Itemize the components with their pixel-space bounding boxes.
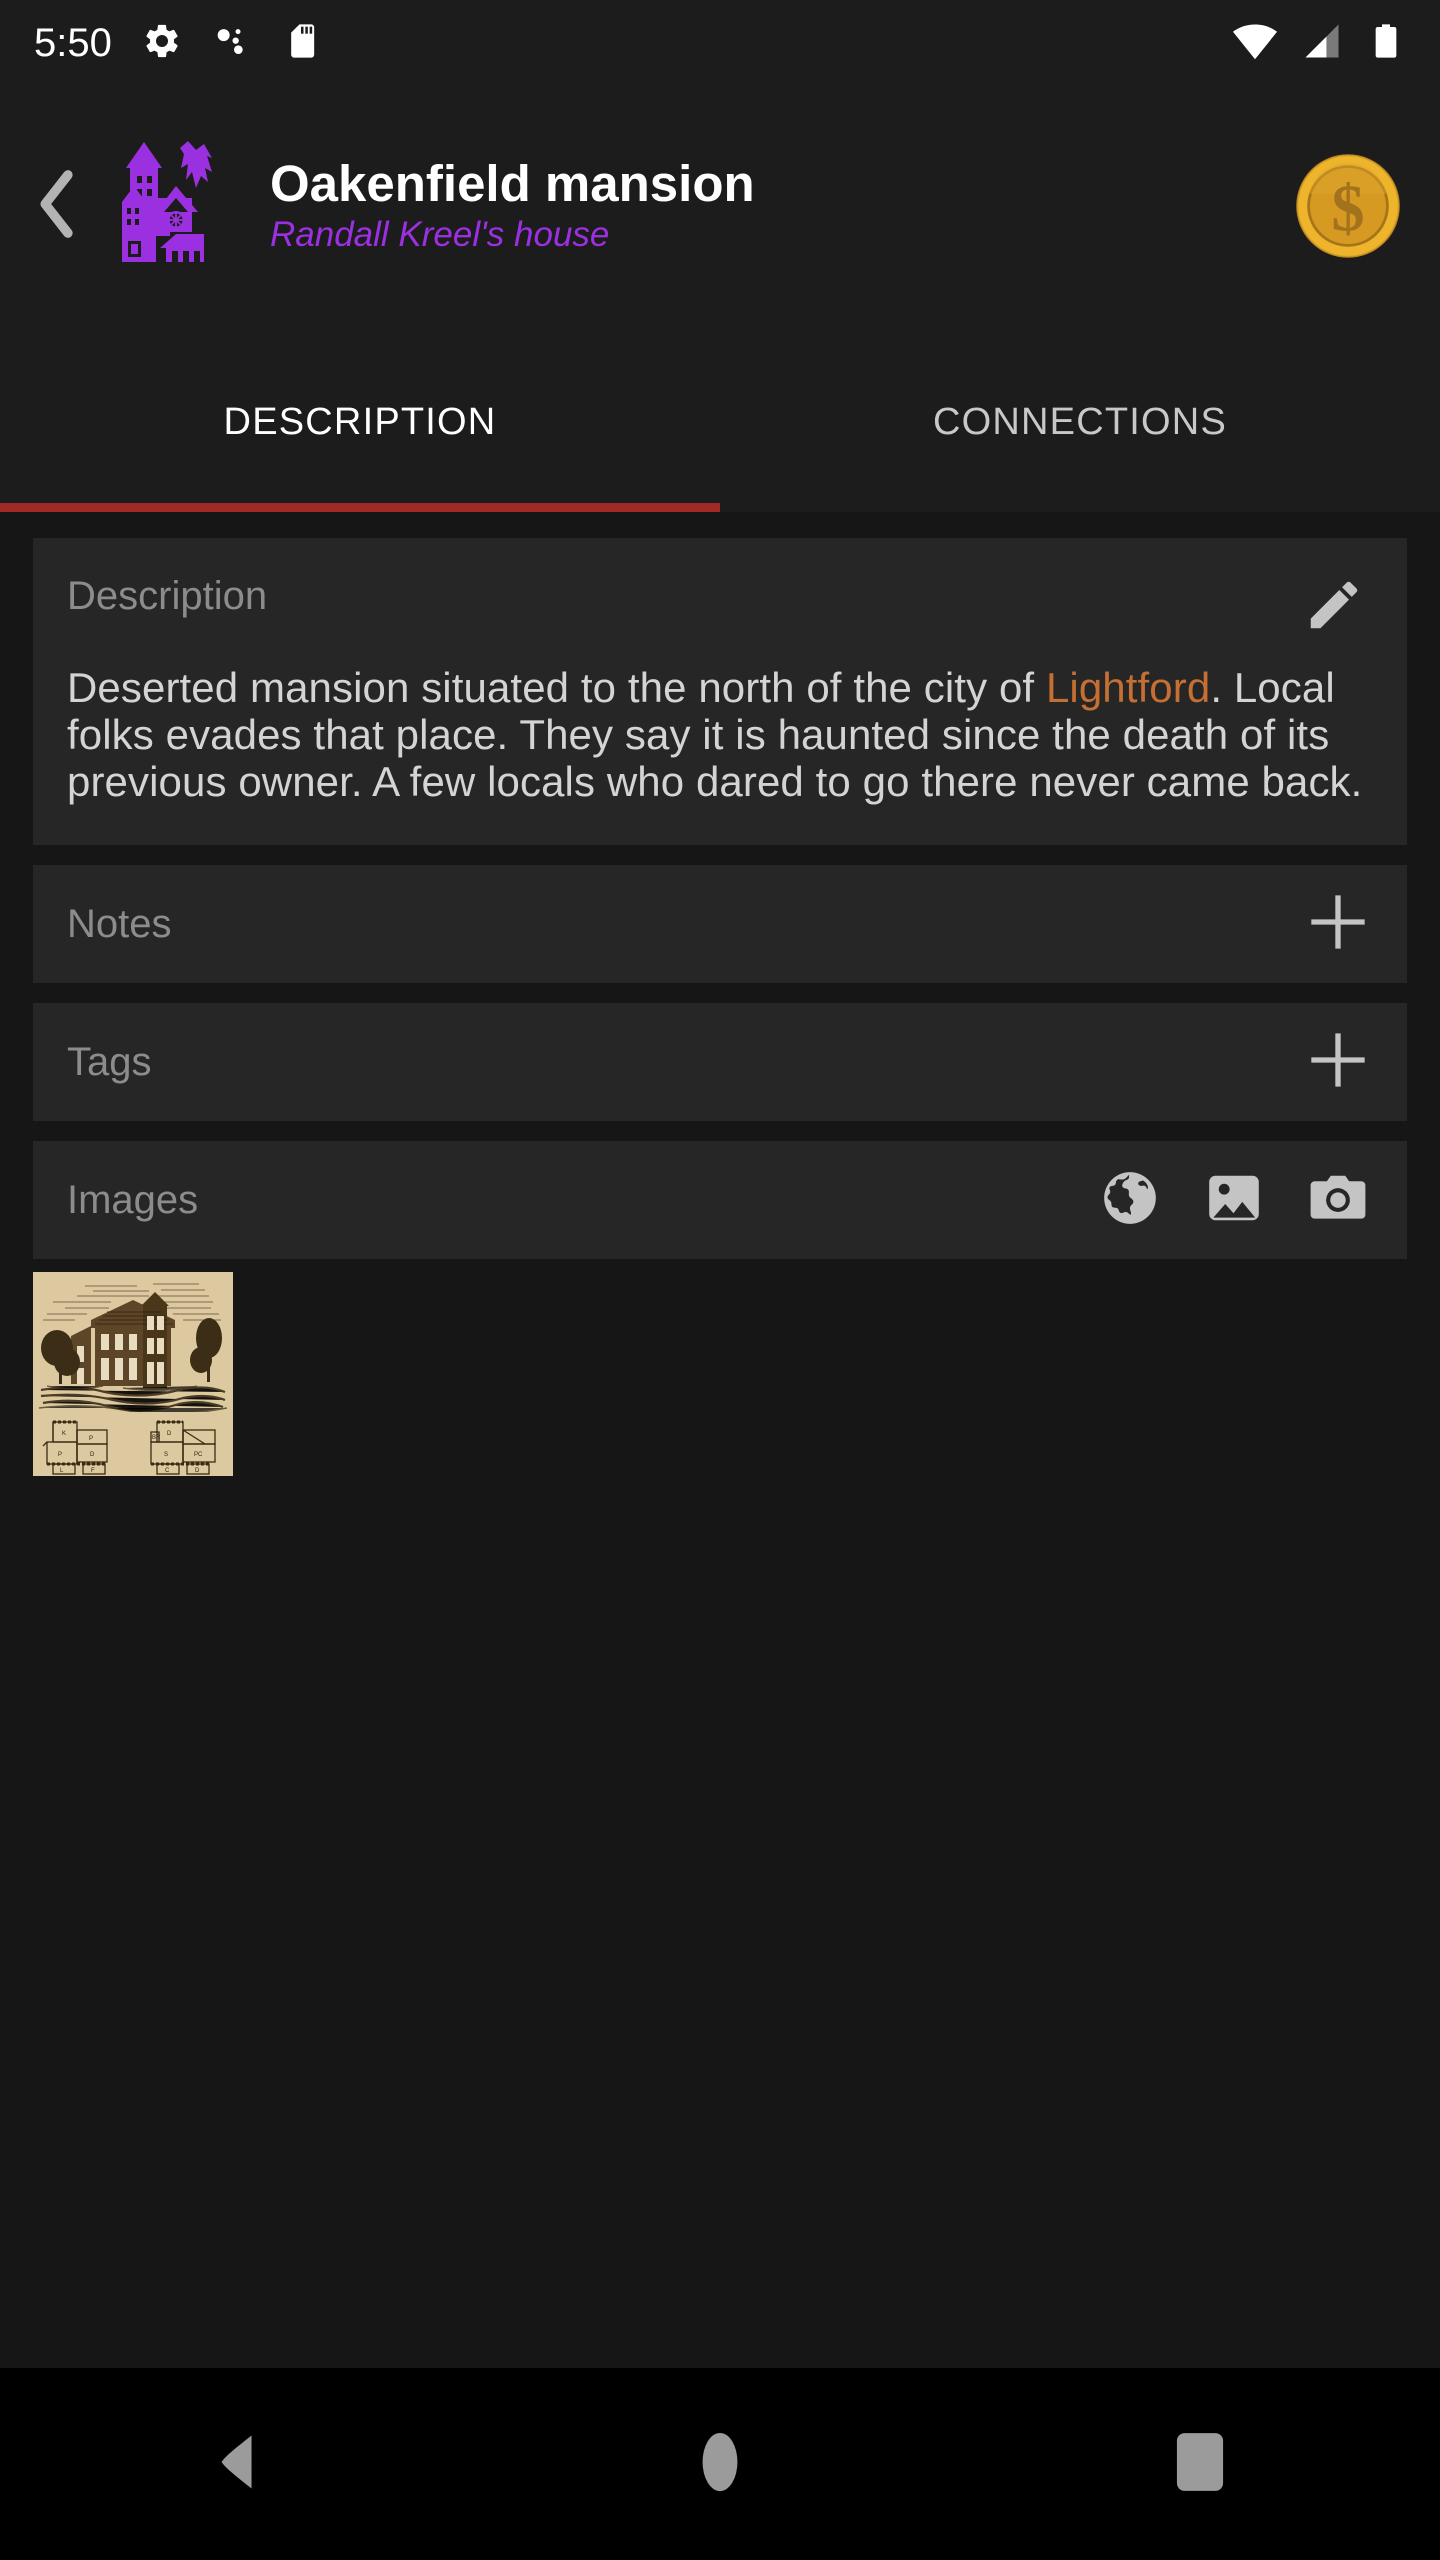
svg-text:S: S xyxy=(164,1452,168,1458)
back-triangle-icon xyxy=(212,2432,268,2497)
notes-actions xyxy=(1299,885,1377,963)
status-bar-right xyxy=(1232,18,1406,69)
tab-description[interactable]: DESCRIPTION xyxy=(0,346,720,512)
pencil-icon xyxy=(1303,574,1365,641)
haunted-mansion-icon xyxy=(108,138,228,275)
images-section-title: Images xyxy=(67,1178,199,1223)
app-bar: Oakenfield mansion Randall Kreel's house… xyxy=(0,86,1440,326)
add-image-from-gallery-button[interactable] xyxy=(1195,1161,1273,1239)
svg-text:BR: BR xyxy=(152,1435,161,1441)
svg-text:F: F xyxy=(91,1468,95,1474)
svg-text:D: D xyxy=(90,1452,95,1458)
add-tag-button[interactable] xyxy=(1299,1023,1377,1101)
status-clock: 5:50 xyxy=(34,21,112,65)
notes-section-title: Notes xyxy=(67,902,172,947)
android-nav-bar xyxy=(0,2368,1440,2560)
gold-coin-dollar-icon: $ xyxy=(1292,154,1404,266)
cell-signal-icon xyxy=(1300,19,1344,68)
images-actions xyxy=(1091,1161,1377,1239)
nav-back-button[interactable] xyxy=(150,2404,330,2524)
svg-text:C: C xyxy=(165,1468,170,1474)
entity-avatar[interactable] xyxy=(104,136,232,276)
description-card-header: Description xyxy=(67,574,1373,646)
tab-description-label: DESCRIPTION xyxy=(223,400,497,443)
svg-text:P: P xyxy=(89,1436,93,1442)
bubbles-icon xyxy=(212,21,252,66)
wifi-icon xyxy=(1232,18,1278,69)
currency-button[interactable]: $ xyxy=(1292,150,1404,262)
add-note-button[interactable] xyxy=(1299,885,1377,963)
nav-home-button[interactable] xyxy=(630,2404,810,2524)
tab-bar: DESCRIPTION CONNECTIONS xyxy=(0,346,1440,512)
svg-text:D: D xyxy=(167,1431,172,1437)
take-photo-button[interactable] xyxy=(1299,1161,1377,1239)
svg-text:PC: PC xyxy=(194,1452,203,1458)
page-subtitle: Randall Kreel's house xyxy=(270,215,610,255)
gallery-icon xyxy=(1203,1167,1265,1234)
add-image-from-web-button[interactable] xyxy=(1091,1161,1169,1239)
status-bar: 5:50 xyxy=(0,0,1440,86)
tab-connections[interactable]: CONNECTIONS xyxy=(720,346,1440,512)
plus-icon xyxy=(1306,1028,1370,1097)
app-bar-titles: Oakenfield mansion Randall Kreel's house xyxy=(232,156,1292,255)
mansion-engraving-thumbnail[interactable]: K P P D L F D BR S PC C D xyxy=(33,1272,233,1477)
gear-icon xyxy=(142,21,182,66)
back-button[interactable] xyxy=(18,161,96,251)
chevron-left-icon xyxy=(26,164,88,249)
notes-card: Notes xyxy=(33,865,1407,984)
description-text-part-1: Deserted mansion situated to the north o… xyxy=(67,664,1046,711)
phone-screen: 5:50 Oakenfield mansion Randall Kreel's … xyxy=(0,0,1440,2560)
tags-section-title: Tags xyxy=(67,1040,152,1085)
tab-active-indicator xyxy=(0,503,720,512)
camera-icon xyxy=(1307,1167,1369,1234)
images-card: Images xyxy=(33,1141,1407,1260)
nav-recents-button[interactable] xyxy=(1110,2404,1290,2524)
description-card: Description Deserted mansion situated to… xyxy=(33,538,1407,846)
globe-icon xyxy=(1099,1167,1161,1234)
description-text: Deserted mansion situated to the north o… xyxy=(67,664,1373,805)
tags-actions xyxy=(1299,1023,1377,1101)
sd-card-icon xyxy=(282,21,322,66)
svg-text:D: D xyxy=(195,1468,200,1474)
svg-text:$: $ xyxy=(1331,173,1364,246)
description-section-title: Description xyxy=(67,574,268,618)
svg-text:P: P xyxy=(58,1452,62,1458)
tab-connections-label: CONNECTIONS xyxy=(933,400,1227,443)
recents-square-icon xyxy=(1175,2431,1225,2498)
content-scroll-area[interactable]: Description Deserted mansion situated to… xyxy=(0,512,1440,2368)
battery-icon xyxy=(1366,21,1406,66)
status-bar-left: 5:50 xyxy=(34,21,322,66)
entity-link-lightford[interactable]: Lightford xyxy=(1046,664,1210,711)
page-title: Oakenfield mansion xyxy=(270,156,755,212)
home-circle-icon xyxy=(700,2431,740,2498)
edit-description-button[interactable] xyxy=(1295,568,1373,646)
image-thumbnail-list: K P P D L F D BR S PC C D xyxy=(33,1272,1407,1477)
tags-card: Tags xyxy=(33,1003,1407,1122)
svg-text:K: K xyxy=(62,1431,66,1437)
plus-icon xyxy=(1306,890,1370,959)
